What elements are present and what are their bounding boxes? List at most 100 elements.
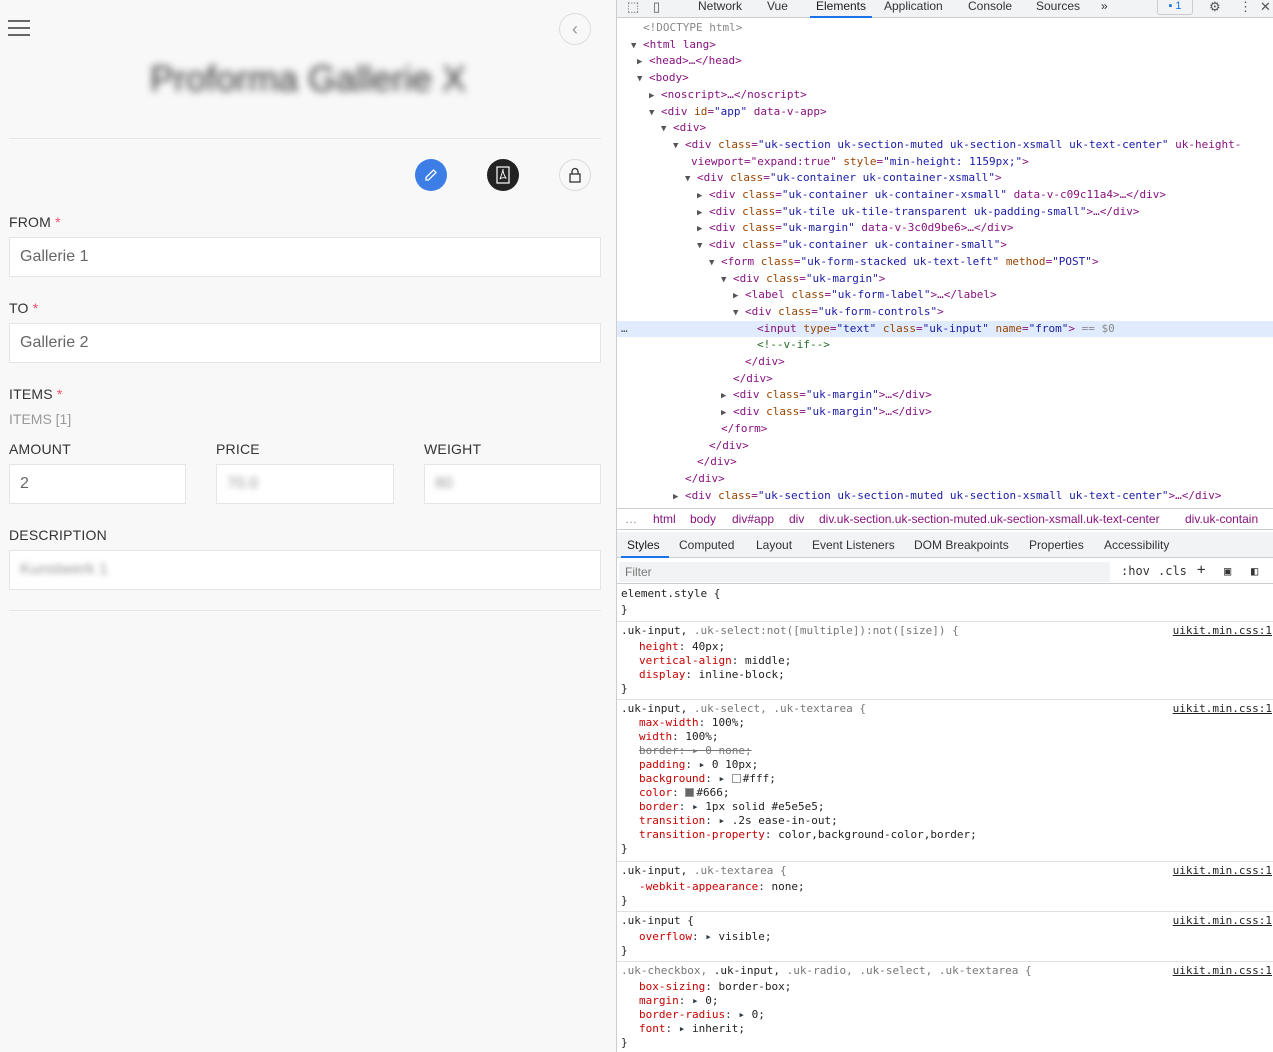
tab-network[interactable]: Network [698, 0, 742, 18]
breadcrumb-item[interactable]: div.uk-section.uk-section-muted.uk-secti… [819, 509, 1160, 529]
more-tabs-icon[interactable]: » [1101, 0, 1108, 18]
node-actions-icon[interactable]: … [621, 321, 628, 337]
dom-node[interactable]: ▼ <div class="uk-container uk-container-s… [617, 237, 1273, 253]
expand-triangle-icon[interactable]: ▶ [649, 88, 661, 104]
dom-node[interactable]: ▶ <div class="uk-container uk-container-x… [617, 187, 1273, 203]
price-input[interactable]: 70.0 [216, 464, 394, 504]
tab-dom-breakpoints[interactable]: DOM Breakpoints [914, 538, 1009, 552]
rule-source-link[interactable]: uikit.min.css:1 [1173, 624, 1272, 638]
tab-application[interactable]: Application [884, 0, 943, 18]
style-property[interactable]: background: ▸ #fff; [639, 772, 776, 786]
back-button[interactable]: ‹ [559, 13, 591, 45]
dom-node[interactable]: ▼ <body> [617, 70, 1273, 86]
dom-node[interactable]: ▶ <div class="uk-section uk-section-muted… [617, 488, 1273, 504]
dom-node[interactable]: </div> [617, 454, 1273, 470]
to-input[interactable]: Gallerie 2 [9, 323, 601, 363]
new-rule-icon[interactable]: + [1197, 562, 1205, 578]
rule-source-link[interactable]: uikit.min.css:1 [1173, 964, 1272, 978]
dom-node[interactable]: ▼ <form class="uk-form-stacked uk-text-le… [617, 254, 1273, 270]
hov-toggle[interactable]: :hov [1121, 564, 1150, 578]
collapse-triangle-icon[interactable]: ▼ [697, 238, 709, 254]
expand-triangle-icon[interactable]: ▶ [697, 205, 709, 221]
tab-console[interactable]: Console [968, 0, 1012, 18]
dom-node[interactable]: ▶ <div class="uk-margin" data-v-3c0d9be6>… [617, 220, 1273, 236]
dom-node[interactable]: </div> [617, 438, 1273, 454]
dom-node[interactable]: ▼ <div class="uk-container uk-container-x… [617, 170, 1273, 186]
style-property[interactable]: color: #666; [639, 786, 730, 800]
tab-layout[interactable]: Layout [756, 538, 792, 552]
dom-node[interactable]: ▶ <div class="uk-margin">…</div> [617, 387, 1273, 403]
dom-node[interactable]: ▶ <label class="uk-form-label">…</label> [617, 287, 1273, 303]
style-property[interactable]: margin: ▸ 0; [639, 994, 719, 1008]
dom-node[interactable]: </div> [617, 471, 1273, 487]
style-property[interactable]: max-width: 100%; [639, 716, 745, 730]
style-property[interactable]: transition-property: color,background-co… [639, 828, 977, 842]
collapse-triangle-icon[interactable]: ▼ [631, 38, 643, 54]
cls-toggle[interactable]: .cls [1158, 564, 1187, 578]
collapse-triangle-icon[interactable]: ▼ [709, 255, 721, 271]
style-property[interactable]: width: 100%; [639, 730, 719, 744]
breadcrumb-item[interactable]: body [690, 509, 716, 529]
expand-triangle-icon[interactable]: ▶ [721, 405, 733, 421]
tab-properties[interactable]: Properties [1029, 538, 1084, 552]
breadcrumb-overflow[interactable]: … [625, 509, 637, 529]
style-property[interactable]: -webkit-appearance: none; [639, 880, 805, 894]
dom-tree[interactable]: <!DOCTYPE html> ▼ <html lang> ▶ <head>…</hea… [617, 20, 1273, 508]
dom-node[interactable]: ▶ <div class="uk-tile uk-tile-transparent… [617, 204, 1273, 220]
dom-node[interactable]: </div> [617, 371, 1273, 387]
paint-icon[interactable]: ▣ [1224, 564, 1231, 578]
weight-input[interactable]: 80 [424, 464, 601, 504]
breadcrumb-item[interactable]: div [789, 509, 804, 529]
dom-node[interactable]: ▼ <div class="uk-form-controls"> [617, 304, 1273, 320]
rule-source-link[interactable]: uikit.min.css:1 [1173, 702, 1272, 716]
rule-source-link[interactable]: uikit.min.css:1 [1173, 914, 1272, 928]
inspect-icon[interactable]: ⬚ [627, 0, 639, 14]
dom-node[interactable]: ▼ <html lang> [617, 37, 1273, 53]
tab-styles[interactable]: Styles [627, 538, 660, 552]
dom-node-selected[interactable]: … <input type="text" class="uk-input" nam… [617, 320, 1273, 337]
sidebar-toggle-icon[interactable]: ◧ [1251, 564, 1258, 578]
tab-sources[interactable]: Sources [1036, 0, 1080, 18]
style-property[interactable]: border: ▸ 1px solid #e5e5e5; [639, 800, 824, 814]
pdf-button[interactable] [487, 159, 519, 191]
style-property[interactable]: transition: ▸ .2s ease-in-out; [639, 814, 838, 828]
dom-node[interactable]: </div> [617, 354, 1273, 370]
expand-triangle-icon[interactable]: ▶ [721, 388, 733, 404]
edit-button[interactable] [415, 159, 447, 191]
from-input[interactable]: Gallerie 1 [9, 237, 601, 277]
tab-elements[interactable]: Elements [810, 0, 872, 18]
menu-icon[interactable] [8, 20, 30, 36]
style-property[interactable]: height: 40px; [639, 640, 725, 654]
collapse-triangle-icon[interactable]: ▼ [733, 305, 745, 321]
tab-computed[interactable]: Computed [679, 538, 734, 552]
dom-node[interactable]: ▶ <noscript>…</noscript> [617, 87, 1273, 103]
expand-triangle-icon[interactable]: ▶ [697, 188, 709, 204]
color-swatch[interactable] [685, 788, 695, 797]
collapse-triangle-icon[interactable]: ▼ [661, 121, 673, 137]
dom-node[interactable]: viewport="expand:true" style="min-height… [617, 154, 1273, 170]
collapse-triangle-icon[interactable]: ▼ [637, 71, 649, 87]
collapse-triangle-icon[interactable]: ▼ [673, 138, 685, 154]
collapse-triangle-icon[interactable]: ▼ [649, 105, 661, 121]
dom-node[interactable]: ▼ <div> [617, 120, 1273, 136]
collapse-triangle-icon[interactable]: ▼ [721, 272, 733, 288]
style-property[interactable]: border-radius: ▸ 0; [639, 1008, 765, 1022]
amount-input[interactable]: 2 [9, 464, 186, 504]
breadcrumb-item[interactable]: div#app [732, 509, 774, 529]
issues-badge[interactable]: ▪ 1 [1157, 0, 1193, 15]
lock-button[interactable] [559, 159, 591, 191]
dom-node[interactable]: </form> [617, 421, 1273, 437]
dom-node[interactable]: ▶ <head>…</head> [617, 53, 1273, 69]
device-toggle-icon[interactable]: ▯ [653, 0, 660, 14]
description-input[interactable]: Kunstwerk 1 [9, 550, 601, 590]
rule-source-link[interactable]: uikit.min.css:1 [1173, 864, 1272, 878]
dom-node[interactable]: ▼ <div class="uk-margin"> [617, 271, 1273, 287]
breadcrumb-item[interactable]: html [653, 509, 676, 529]
dom-node[interactable]: ▶ <div class="uk-margin">…</div> [617, 404, 1273, 420]
style-property[interactable]: padding: ▸ 0 10px; [639, 758, 758, 772]
color-swatch[interactable] [731, 774, 741, 783]
expand-triangle-icon[interactable]: ▶ [637, 54, 649, 70]
more-options-icon[interactable]: ⋮ [1239, 0, 1252, 14]
collapse-triangle-icon[interactable]: ▼ [685, 171, 697, 187]
style-property-overridden[interactable]: border: ▸ 0 none; [639, 744, 752, 758]
